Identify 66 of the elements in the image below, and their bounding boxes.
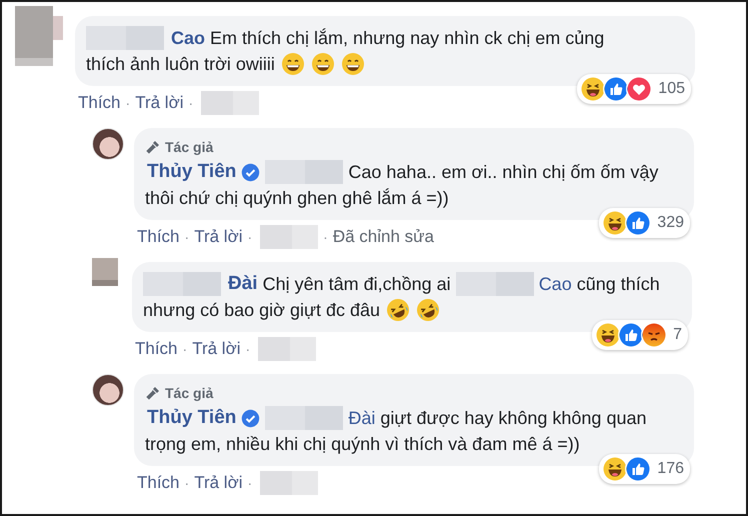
separator-dot: ·	[323, 229, 328, 245]
like-reaction-icon	[625, 456, 652, 482]
reaction-summary[interactable]: 7	[592, 320, 688, 350]
emoji-icon	[416, 298, 440, 322]
separator-dot: ·	[182, 341, 188, 357]
action-link[interactable]: Trả lời	[135, 93, 184, 113]
reaction-summary[interactable]: 329	[599, 208, 690, 238]
action-link[interactable]: Trả lời	[194, 227, 242, 247]
haha-reaction-icon	[580, 76, 606, 102]
like-reaction-icon	[618, 322, 644, 348]
reaction-count: 7	[673, 326, 682, 344]
separator-dot: ·	[246, 341, 250, 357]
action-link[interactable]: Thích	[135, 339, 178, 359]
separator-dot: ·	[126, 95, 130, 111]
emoji-icon	[310, 52, 335, 76]
author-name[interactable]: Cao	[171, 28, 206, 48]
like-reaction-icon	[625, 210, 652, 236]
redacted-block	[260, 471, 318, 495]
action-link[interactable]: Trả lời	[192, 339, 240, 359]
emoji-icon	[340, 52, 365, 76]
heart-reaction-icon	[626, 76, 652, 102]
author-name[interactable]: Đài	[228, 273, 258, 295]
edited-label: Đã chỉnh sửa	[332, 227, 434, 247]
avatar[interactable]	[92, 374, 124, 406]
mention-link[interactable]: Cao	[538, 274, 572, 294]
comment-text: cũng thích	[576, 274, 660, 294]
comment-text: Cao haha.. em ơi.. nhìn chị ốm ốm vậy	[348, 162, 658, 182]
like-reaction-icon	[603, 76, 630, 102]
comment-text: giựt được hay không không quan	[380, 408, 646, 428]
action-link[interactable]: Thích	[137, 473, 180, 493]
avatar[interactable]	[92, 128, 124, 160]
comment-text: Chị yên tâm đi,chồng ai	[262, 274, 451, 294]
emoji-icon	[280, 52, 305, 76]
verified-icon	[241, 162, 260, 182]
separator-dot: ·	[184, 475, 190, 491]
haha-reaction-icon	[602, 210, 628, 236]
verified-icon	[241, 408, 260, 428]
redacted-block	[201, 91, 260, 115]
separator-dot: ·	[184, 229, 190, 245]
redacted-block	[260, 225, 318, 249]
reaction-summary[interactable]: 176	[599, 454, 690, 484]
comment-text: thích ảnh luôn trời owiiii	[86, 54, 275, 74]
separator-dot: ·	[188, 95, 194, 111]
angry-reaction-icon	[641, 322, 668, 348]
author-name[interactable]: Thủy Tiên	[147, 161, 236, 183]
reaction-count: 105	[658, 80, 685, 98]
reaction-count: 329	[657, 214, 684, 232]
haha-reaction-icon	[595, 322, 622, 348]
author-name[interactable]: Thủy Tiên	[147, 407, 236, 429]
author-label: Tác giả	[165, 385, 214, 401]
action-link[interactable]: Thích	[137, 227, 180, 247]
redacted-block	[258, 337, 316, 361]
separator-dot: ·	[248, 475, 252, 491]
comment-text: thôi chứ chị quýnh ghen ghê lắm á =))	[145, 188, 449, 208]
comment-text: nhưng có bao giờ giựt đc đâu	[143, 300, 380, 320]
comment-text: Em thích chị lắm, nhưng nay nhìn ck chị em củng	[210, 28, 604, 48]
comment-text: trọng em, nhiều khi chị quýnh vì thích và đam mê á =))	[145, 434, 580, 454]
action-link[interactable]: Thích	[78, 93, 121, 113]
separator-dot: ·	[248, 229, 252, 245]
haha-reaction-icon	[602, 456, 628, 482]
author-label: Tác giả	[165, 139, 214, 155]
action-link[interactable]: Trả lời	[194, 473, 242, 493]
reaction-count: 176	[657, 460, 684, 478]
reaction-summary[interactable]: 105	[577, 74, 691, 104]
mention-link[interactable]: Đài	[348, 408, 376, 428]
emoji-icon	[386, 298, 410, 322]
